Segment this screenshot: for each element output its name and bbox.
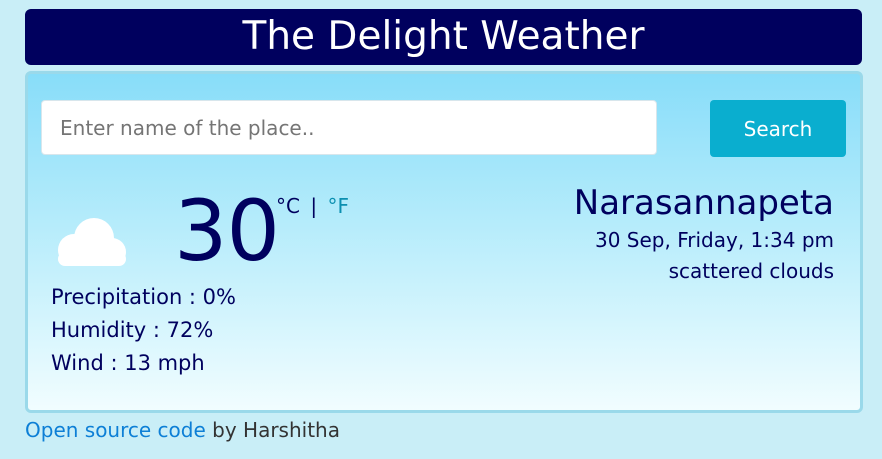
weather-details: Precipitation : 0% Humidity : 72% Wind :…: [51, 281, 236, 380]
precipitation-text: Precipitation : 0%: [51, 285, 237, 309]
fahrenheit-link[interactable]: °F: [327, 194, 349, 218]
app-title-bar: The Delight Weather: [25, 9, 862, 65]
unit-toggle: °C | °F: [276, 194, 349, 218]
date-time: 30 Sep, Friday, 1:34 pm: [595, 228, 834, 252]
weather-condition: scattered clouds: [668, 259, 834, 283]
search-button[interactable]: Search: [710, 100, 846, 157]
app-title: The Delight Weather: [242, 14, 645, 59]
humidity-text: Humidity : 72%: [51, 318, 214, 342]
location-block: Narasannapeta 30 Sep, Friday, 1:34 pm sc…: [574, 181, 834, 287]
search-input[interactable]: [41, 100, 657, 155]
footer: Open source code by Harshitha: [25, 418, 340, 442]
cloud-icon: [58, 218, 126, 266]
unit-separator: |: [310, 194, 318, 218]
author-credit: by Harshitha: [205, 418, 340, 442]
celsius-unit: °C: [276, 194, 300, 218]
source-code-link[interactable]: Open source code: [25, 418, 206, 442]
temperature-value: 30: [174, 182, 280, 280]
weather-card: Search 30 °C | °F Precipitation : 0% Hum…: [25, 71, 863, 413]
wind-text: Wind : 13 mph: [51, 351, 205, 375]
city-name: Narasannapeta: [573, 183, 834, 223]
